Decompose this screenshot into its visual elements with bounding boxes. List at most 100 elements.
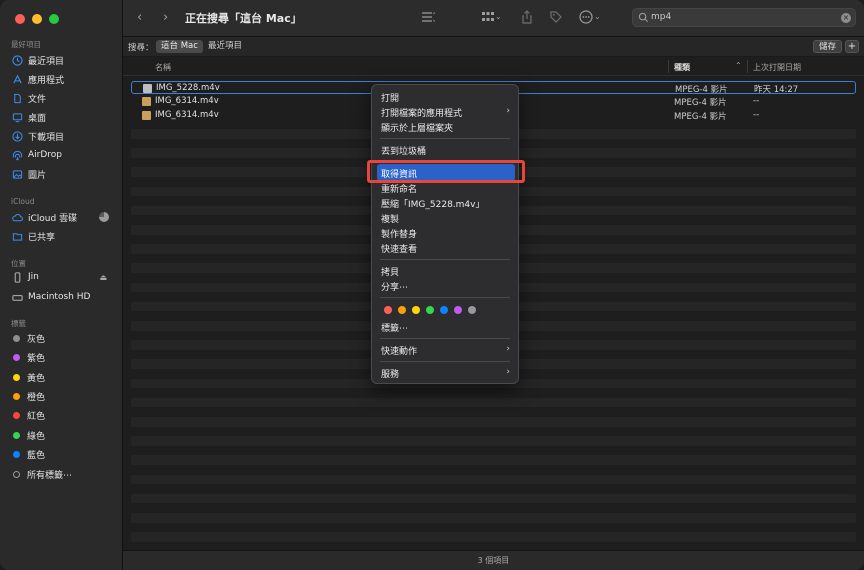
menu-item-share[interactable]: 分享⋯ [381,280,408,293]
menu-item-show-in-enclosing-folder[interactable]: 顯示於上層檔案夾 [381,121,453,134]
sidebar-item-jin[interactable]: Jin ⏏ [11,268,117,286]
tag-color-picker [384,306,476,314]
menu-item-open-with[interactable]: 打開檔案的應用程式 [381,106,462,119]
menu-item-open[interactable]: 打開 [381,91,399,104]
sidebar-item-desktop[interactable]: 桌面 [11,108,117,126]
column-last-opened[interactable]: 上次打開日期 [753,62,801,73]
tag-orange-button[interactable] [398,306,406,314]
menu-item-duplicate[interactable]: 複製 [381,212,399,225]
sidebar-section-icloud: iCloud [11,197,35,206]
column-divider[interactable] [747,60,748,73]
menu-item-make-alias[interactable]: 製作替身 [381,227,417,240]
sidebar-tag-yellow[interactable]: 黃色 [11,368,117,386]
sidebar-tag-purple[interactable]: 紫色 [11,348,117,366]
forward-button[interactable]: › [163,10,168,25]
cloud-icon [11,211,23,223]
sidebar-item-downloads[interactable]: 下載項目 [11,127,117,145]
more-actions-icon[interactable] [578,9,594,28]
scope-recents-button[interactable]: 最近項目 [203,40,247,53]
eject-icon[interactable]: ⏏ [99,273,107,282]
scope-this-mac-button[interactable]: 這台 Mac [156,40,203,53]
tag-blue-button[interactable] [440,306,448,314]
sidebar-item-label: 已共享 [28,232,56,243]
file-name: IMG_6314.m4v [155,110,219,120]
column-name[interactable]: 名稱 [155,62,171,73]
chevron-down-icon[interactable]: ⌄ [495,12,502,21]
sort-ascending-icon[interactable]: ⌃ [735,61,742,70]
empty-row-stripe [131,417,856,427]
tag-yellow-button[interactable] [412,306,420,314]
save-search-button[interactable]: 儲存 [812,40,842,53]
tag-green-button[interactable] [426,306,434,314]
sidebar-item-recents[interactable]: 最近項目 [11,51,117,69]
sidebar-tag-red[interactable]: 紅色 [11,406,117,424]
minimize-window-button[interactable] [32,14,42,24]
empty-row-stripe [131,513,856,523]
empty-row-stripe [131,397,856,408]
sidebar-item-pictures[interactable]: 圖片 [11,165,117,183]
file-kind: MPEG-4 影片 [674,112,727,122]
tag-icon[interactable] [548,9,564,28]
sidebar-tag-all[interactable]: 所有標籤⋯ [11,465,117,483]
sidebar-item-label: 綠色 [27,431,46,442]
sidebar-tag-gray[interactable]: 灰色 [11,329,117,347]
column-divider[interactable] [668,60,669,73]
add-criteria-button[interactable]: + [845,40,859,53]
file-date: -- [753,110,760,120]
window-controls [15,14,59,24]
file-name: IMG_5228.m4v [156,83,220,93]
group-by-icon[interactable] [480,9,496,28]
tag-purple-button[interactable] [454,306,462,314]
file-date: 昨天 14:27 [754,85,799,95]
back-button[interactable]: ‹ [137,10,142,25]
sidebar-section-favorites: 最好項目 [11,40,41,49]
menu-item-rename[interactable]: 重新命名 [381,182,417,195]
menu-item-quick-actions[interactable]: 快速動作 [381,344,417,357]
column-kind[interactable]: 種類 [674,62,690,73]
sidebar-item-label: 所有標籤⋯ [27,470,73,481]
sidebar-item-label: 應用程式 [28,75,65,86]
sidebar-item-label: 藍色 [27,450,46,461]
sidebar-item-macintosh-hd[interactable]: Macintosh HD [11,288,117,306]
empty-row-stripe [131,455,856,465]
chevron-right-icon: › [506,344,510,354]
sidebar: 最好項目 最近項目 應用程式 文件 桌面 下載項目 AirDrop 圖片 iCl… [0,0,123,570]
menu-item-compress[interactable]: 壓縮「IMG_5228.m4v」 [381,197,484,210]
sidebar-tag-orange[interactable]: 橙色 [11,387,117,405]
share-icon[interactable] [519,9,535,28]
menu-item-move-to-trash[interactable]: 丟到垃圾桶 [381,144,426,157]
sidebar-item-documents[interactable]: 文件 [11,89,117,107]
clear-search-icon[interactable]: × [841,13,851,23]
chevron-down-icon[interactable]: ⌄ [594,12,601,21]
tag-gray-button[interactable] [468,306,476,314]
sidebar-item-airdrop[interactable]: AirDrop [11,146,117,164]
empty-row-stripe [131,532,856,542]
phone-icon [11,271,23,283]
menu-item-quick-look[interactable]: 快速查看 [381,242,417,255]
toolbar: ‹ › 正在搜尋「這台 Mac」 ⌄ ⌄ mp4 × [123,0,864,37]
menu-item-tags[interactable]: 標籤⋯ [381,321,408,334]
menu-item-copy[interactable]: 拷貝 [381,265,399,278]
sidebar-item-label: iCloud 雲碟 [28,213,78,224]
menu-item-services[interactable]: 服務 [381,367,399,380]
video-file-icon [142,111,151,120]
sidebar-item-label: 桌面 [28,113,47,124]
search-input[interactable]: mp4 [651,12,671,22]
tag-red-button[interactable] [384,306,392,314]
storage-progress-icon [99,212,109,222]
zoom-window-button[interactable] [49,14,59,24]
sidebar-item-label: AirDrop [28,150,63,160]
sidebar-item-shared[interactable]: 已共享 [11,227,117,245]
close-window-button[interactable] [15,14,25,24]
sidebar-tag-blue[interactable]: 藍色 [11,445,117,463]
sidebar-item-icloud-drive[interactable]: iCloud 雲碟 [11,208,117,226]
list-view-icon[interactable] [419,9,436,28]
empty-row-stripe [131,436,856,446]
finder-window: 最好項目 最近項目 應用程式 文件 桌面 下載項目 AirDrop 圖片 iCl… [0,0,864,570]
column-header: 名稱 種類 ⌃ 上次打開日期 [123,57,864,76]
search-field[interactable]: mp4 × [632,8,856,27]
tag-color-dot [13,450,20,458]
sidebar-item-applications[interactable]: 應用程式 [11,70,117,88]
sidebar-item-label: 最近項目 [28,56,65,67]
sidebar-tag-green[interactable]: 綠色 [11,426,117,444]
